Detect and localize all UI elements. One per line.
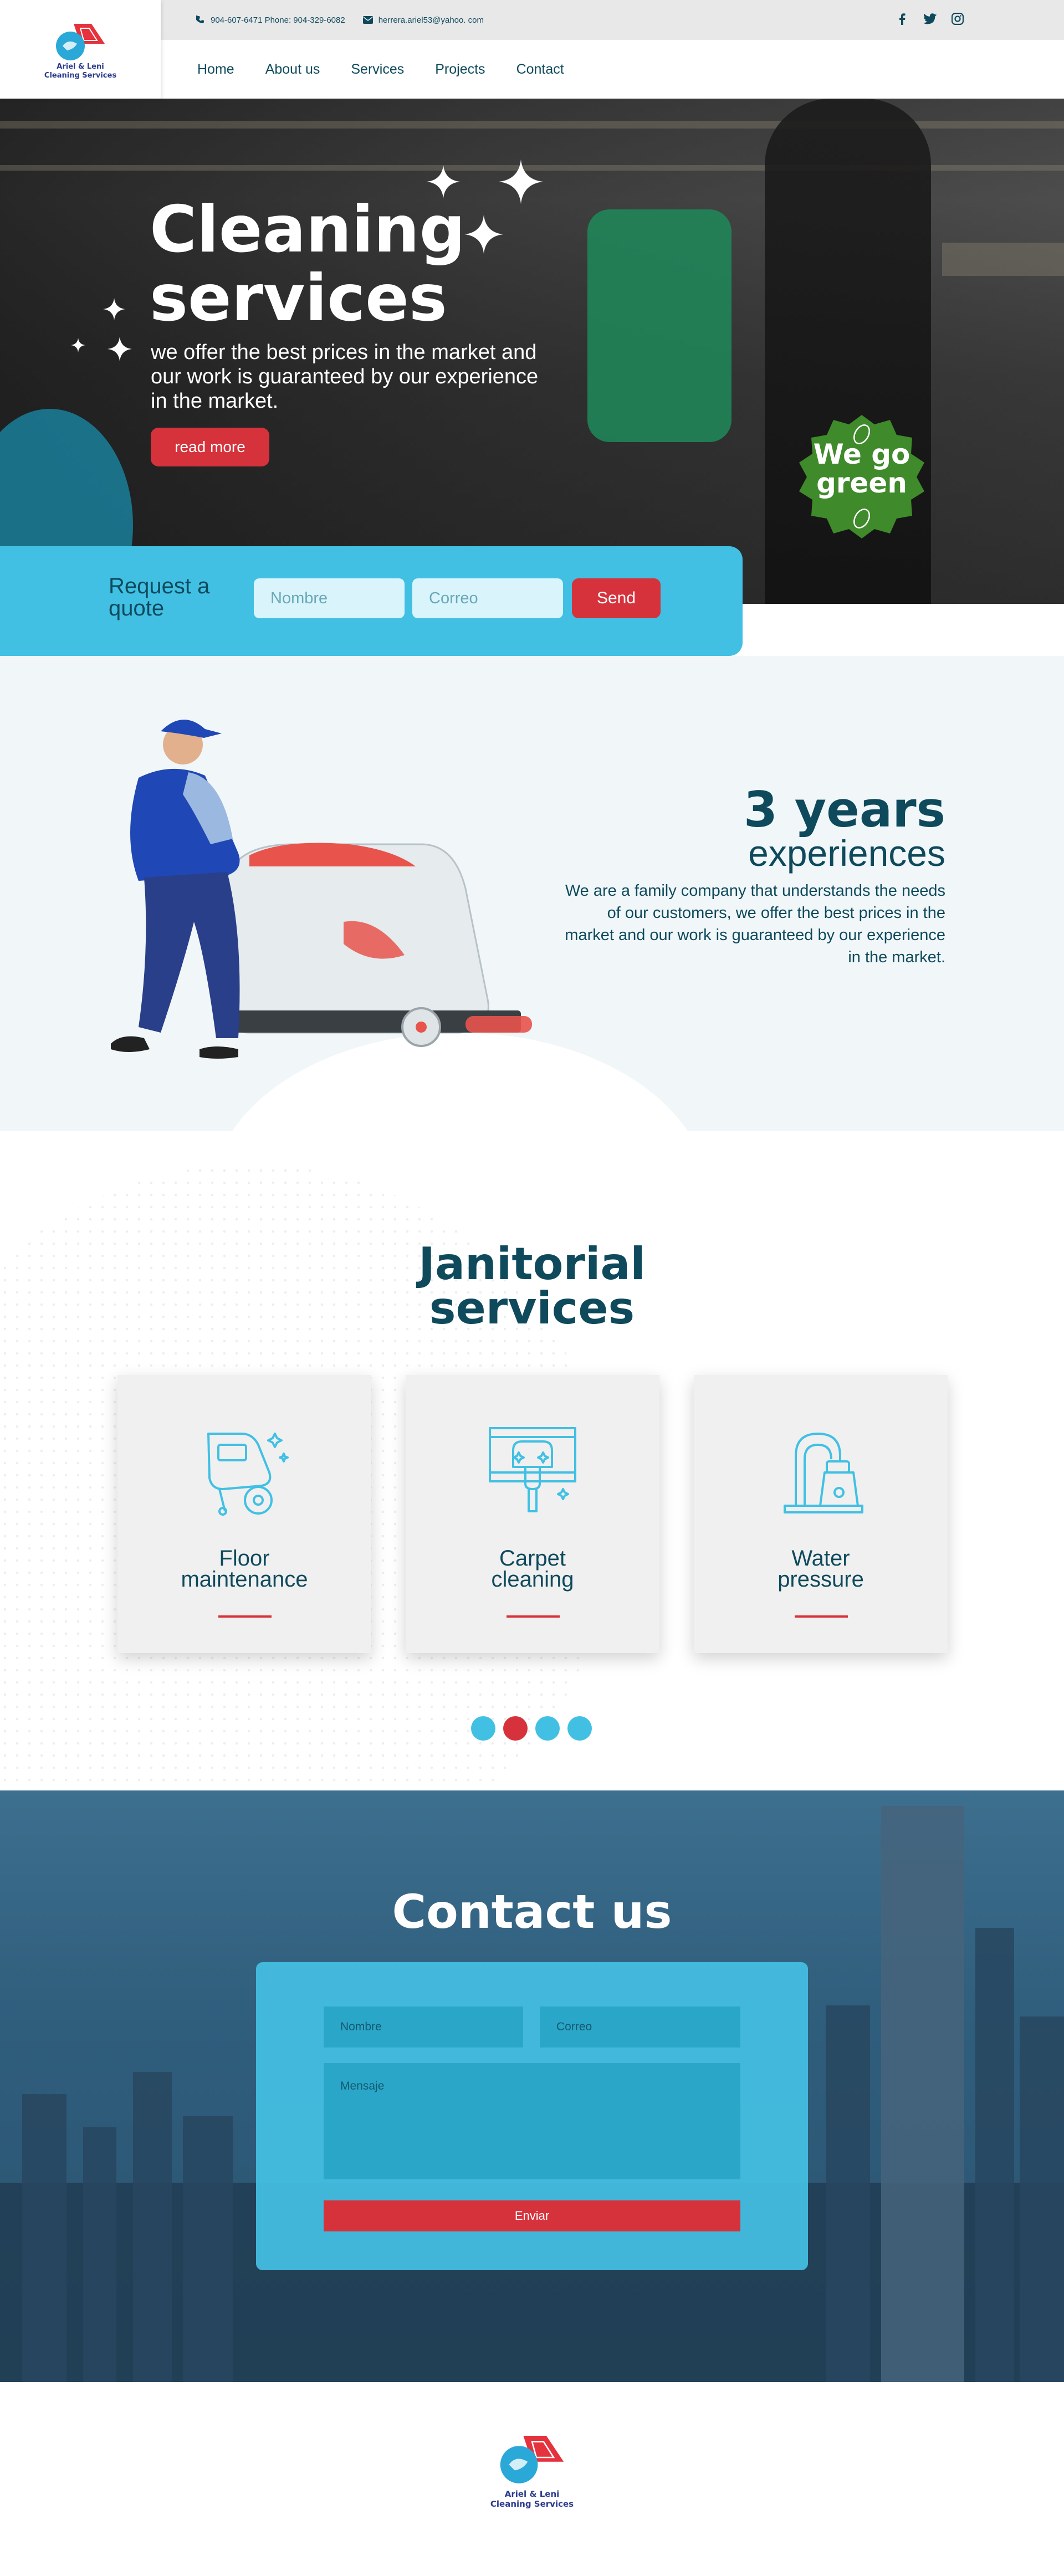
nav-contact[interactable]: Contact [516,61,564,78]
envelope-icon [362,16,373,24]
carousel-dot-1[interactable] [471,1716,495,1741]
sparkle-icon [71,338,85,352]
request-quote-bar: Request a quote Send [0,546,743,656]
contact-name-input[interactable] [324,2007,523,2048]
carousel-dot-2-active[interactable] [503,1716,528,1741]
phone-text: 904-607-6471 Phone: 904-329-6082 [211,15,345,25]
worker-with-floor-scrubber-image [111,719,532,1059]
janitorial-title-line1: Janitorial [418,1238,646,1290]
social-links [896,12,964,25]
contact-send-button[interactable]: Enviar [324,2200,740,2231]
city-building [83,2127,116,2382]
experience-subtitle: experiences [748,833,945,874]
quote-send-button[interactable]: Send [572,578,661,618]
card-title-line1: Floor [219,1546,270,1571]
card-title-line2: maintenance [181,1567,308,1592]
read-more-button[interactable]: read more [151,428,269,466]
card-underline [507,1615,560,1618]
logo-icon [500,2436,564,2483]
nav-projects[interactable]: Projects [435,61,485,78]
phone-info: 904-607-6471 Phone: 904-329-6082 [196,16,345,25]
city-building [1020,2016,1064,2382]
badge-line2: green [816,467,907,499]
email-info: herrera.ariel53@yahoo. com [362,16,484,25]
service-card-carpet-cleaning[interactable]: Carpet cleaning [406,1375,659,1653]
janitorial-title: Janitorial services [0,1242,1064,1331]
hero-cleaning-machine [587,209,732,442]
quote-label-line1: Request a [109,574,210,598]
carousel-dot-3[interactable] [535,1716,560,1741]
card-title-line1: Water [791,1546,850,1571]
conveyor-belt [942,243,1064,276]
footer: Ariel & Leni Cleaning Services [0,2382,1064,2576]
floor-scrubber-icon [207,1433,289,1516]
contact-email-input[interactable] [540,2007,740,2048]
hero-section: Cleaning services we offer the best pric… [0,99,1064,604]
instagram-icon[interactable] [951,12,964,25]
nav-services[interactable]: Services [351,61,404,78]
hero-title: Cleaning services [150,196,593,333]
email-text[interactable]: herrera.ariel53@yahoo. com [378,16,484,25]
experience-title: 3 years [743,781,945,838]
quote-label: Request a quote [109,575,242,619]
facebook-icon[interactable] [896,12,909,25]
logo-name-line2: Cleaning Services [44,71,117,80]
pressure-washer-icon [784,1433,863,1513]
carpet-cleaner-icon [489,1427,576,1512]
main-nav: Home About us Services Projects Contact [161,40,1064,99]
city-building [133,2072,172,2382]
hero-title-line2: services [150,261,447,336]
experience-section: 3 years experiences We are a family comp… [0,656,1064,1131]
card-title-line2: pressure [777,1567,864,1592]
hero-title-line1: Cleaning [150,192,466,267]
phone-icon [196,16,204,23]
footer-logo-name-line1: Ariel & Leni [504,2489,560,2499]
top-bar: 904-607-6471 Phone: 904-329-6082 herrera… [161,0,1064,40]
sparkle-icon [103,298,125,320]
quote-name-input[interactable] [254,578,405,618]
logo-name-line1: Ariel & Leni [57,63,104,71]
card-title: Water pressure [694,1546,948,1592]
nav-about-us[interactable]: About us [265,61,320,78]
contact-message-textarea[interactable] [324,2063,740,2179]
card-underline [218,1615,272,1618]
contact-section: Contact us Enviar [0,1790,1064,2382]
service-card-floor-maintenance[interactable]: Floor maintenance [117,1375,371,1653]
card-title: Floor maintenance [117,1546,371,1592]
logo-icon [56,24,105,60]
contact-form: Enviar [256,1962,808,2270]
card-title-line2: cleaning [491,1567,574,1592]
badge-text: We go green [787,440,937,497]
nav-home[interactable]: Home [197,61,234,78]
card-underline [795,1615,848,1618]
card-title: Carpet cleaning [406,1546,659,1592]
card-title-line1: Carpet [499,1546,566,1571]
hero-subtitle: we offer the best prices in the market a… [151,341,539,413]
go-green-badge: We go green [787,402,937,552]
footer-logo-name-line2: Cleaning Services [490,2499,574,2509]
city-building [22,2094,66,2382]
footer-logo[interactable]: Ariel & Leni Cleaning Services [488,2429,576,2509]
badge-line1: We go [813,438,910,470]
service-card-water-pressure[interactable]: Water pressure [694,1375,948,1653]
janitorial-title-line2: services [429,1282,635,1334]
city-building [183,2116,233,2382]
janitorial-services-section: Janitorial services Floor maintenance Ca… [0,1131,1064,1790]
quote-email-input[interactable] [412,578,563,618]
header-logo[interactable]: Ariel & Leni Cleaning Services [0,0,161,99]
city-building [826,2005,870,2382]
carousel-dot-4[interactable] [567,1716,592,1741]
experience-text: We are a family company that understands… [565,882,945,966]
sparkle-icon [108,337,132,361]
quote-label-line2: quote [109,596,165,620]
twitter-icon[interactable] [923,12,937,25]
contact-title: Contact us [392,1885,672,1939]
city-building [975,1928,1014,2382]
